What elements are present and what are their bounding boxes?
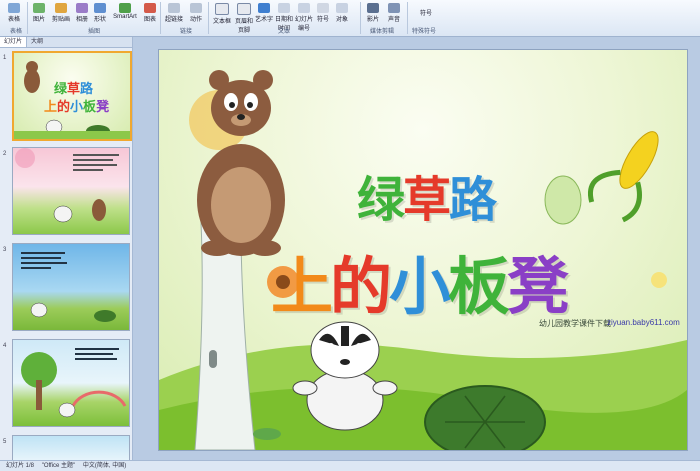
turtle-icon xyxy=(424,385,546,450)
shapes-icon xyxy=(94,3,106,13)
datetime-button[interactable]: 日期和时间 xyxy=(275,2,293,32)
slide-title-line-2: 上的小板凳 xyxy=(271,250,569,323)
thumbnail-art xyxy=(21,348,127,418)
chart-button[interactable]: 图表 xyxy=(142,2,158,24)
svg-text:绿草路: 绿草路 xyxy=(54,81,94,97)
bulb-icon xyxy=(651,272,667,288)
current-slide[interactable]: 绿草路 上的小板凳 幼儿园教学课件下载 ziyuan.baby611.com xyxy=(159,50,687,450)
picture-button[interactable]: 图片 xyxy=(30,2,48,24)
movie-button[interactable]: 影片 xyxy=(364,2,382,24)
smartart-icon xyxy=(119,3,131,13)
chart-icon xyxy=(144,3,156,13)
tab-slides[interactable]: 幻灯片 xyxy=(0,37,28,47)
thumbnail-art xyxy=(21,252,116,322)
group-table: 表格 xyxy=(10,29,23,35)
omega-icon xyxy=(317,3,329,13)
language-indicator[interactable]: 中文(简体, 中国) xyxy=(83,463,126,469)
table-button[interactable]: 表格 xyxy=(4,2,24,24)
tree-door xyxy=(209,350,217,368)
datetime-icon xyxy=(278,3,290,13)
slide-thumbnail-5[interactable] xyxy=(12,435,130,461)
textbox-icon xyxy=(215,3,229,15)
balloon-icon xyxy=(544,175,582,225)
stool-icon xyxy=(253,428,281,440)
status-bar: 幻灯片 1/8 "Office 主题" 中文(简体, 中国) xyxy=(0,460,700,471)
action-icon xyxy=(190,3,202,13)
panel-tabs: 幻灯片 大纲 xyxy=(0,37,132,48)
smartart-button[interactable]: SmartArt xyxy=(110,2,140,24)
slides-panel: 幻灯片 大纲 1 绿草路 上的小板凳 2 3 4 5 xyxy=(0,37,133,461)
tab-outline[interactable]: 大纲 xyxy=(27,37,47,47)
clipart-button[interactable]: 剪贴画 xyxy=(50,2,72,24)
slide-thumbnail-1[interactable]: 绿草路 上的小板凳 xyxy=(12,51,132,141)
slide-title-line-1: 绿草路 xyxy=(357,172,497,228)
slide-number: 2 xyxy=(3,151,7,157)
theme-name: "Office 主题" xyxy=(41,463,76,469)
shapes-button[interactable]: 形状 xyxy=(92,2,108,24)
slide-thumbnail-2[interactable] xyxy=(12,147,130,235)
textbox-button[interactable]: 文本框 xyxy=(211,2,233,25)
slide-number-button[interactable]: 幻灯片编号 xyxy=(295,2,313,32)
thumbnail-art: 绿草路 上的小板凳 xyxy=(14,61,130,139)
group-links: 链接 xyxy=(180,29,193,35)
hyperlink-button[interactable]: 超链接 xyxy=(163,2,185,24)
group-text: 文本 xyxy=(278,29,291,35)
slide-number-icon xyxy=(298,3,310,13)
header-footer-icon xyxy=(237,3,251,15)
symbol-button[interactable]: 符号 xyxy=(315,2,331,24)
header-footer-button[interactable]: 页眉和页脚 xyxy=(234,2,254,34)
slide-number: 4 xyxy=(3,343,7,349)
album-button[interactable]: 相册 xyxy=(74,2,90,24)
slide-number: 1 xyxy=(3,55,7,61)
clipart-icon xyxy=(55,3,67,13)
slide-thumbnail-3[interactable] xyxy=(12,243,130,331)
corn-icon xyxy=(588,131,659,223)
slide-thumbnail-4[interactable] xyxy=(12,339,130,427)
action-button[interactable]: 动作 xyxy=(187,2,205,24)
wordart-icon xyxy=(258,3,270,13)
table-icon xyxy=(8,3,20,13)
speaker-icon xyxy=(388,3,400,13)
album-icon xyxy=(76,3,88,13)
wordart-button[interactable]: 艺术字 xyxy=(255,2,273,24)
picture-icon xyxy=(33,3,45,13)
hyperlink-icon xyxy=(168,3,180,13)
watermark-text: 幼儿园教学课件下载 xyxy=(539,319,611,328)
slide-editor: 绿草路 上的小板凳 幼儿园教学课件下载 ziyuan.baby611.com xyxy=(133,37,700,460)
svg-text:上的小板凳: 上的小板凳 xyxy=(44,99,110,115)
group-illustrations: 插图 xyxy=(88,29,101,35)
group-special-symbols: 特殊符号 xyxy=(412,29,437,35)
object-button[interactable]: 对象 xyxy=(334,2,350,24)
thumbnail-art xyxy=(15,148,119,223)
object-icon xyxy=(336,3,348,13)
ribbon: 表格 图片 剪贴画 相册 形状 SmartArt 图表 超链接 动作 文本框 页… xyxy=(0,0,700,37)
slide-number: 3 xyxy=(3,247,7,253)
film-icon xyxy=(367,3,379,13)
group-media: 媒体剪辑 xyxy=(370,29,395,35)
watermark-url: ziyuan.baby611.com xyxy=(607,318,680,327)
slide-number: 5 xyxy=(3,439,7,445)
slide-counter: 幻灯片 1/8 xyxy=(6,463,35,469)
sound-button[interactable]: 声音 xyxy=(385,2,403,24)
